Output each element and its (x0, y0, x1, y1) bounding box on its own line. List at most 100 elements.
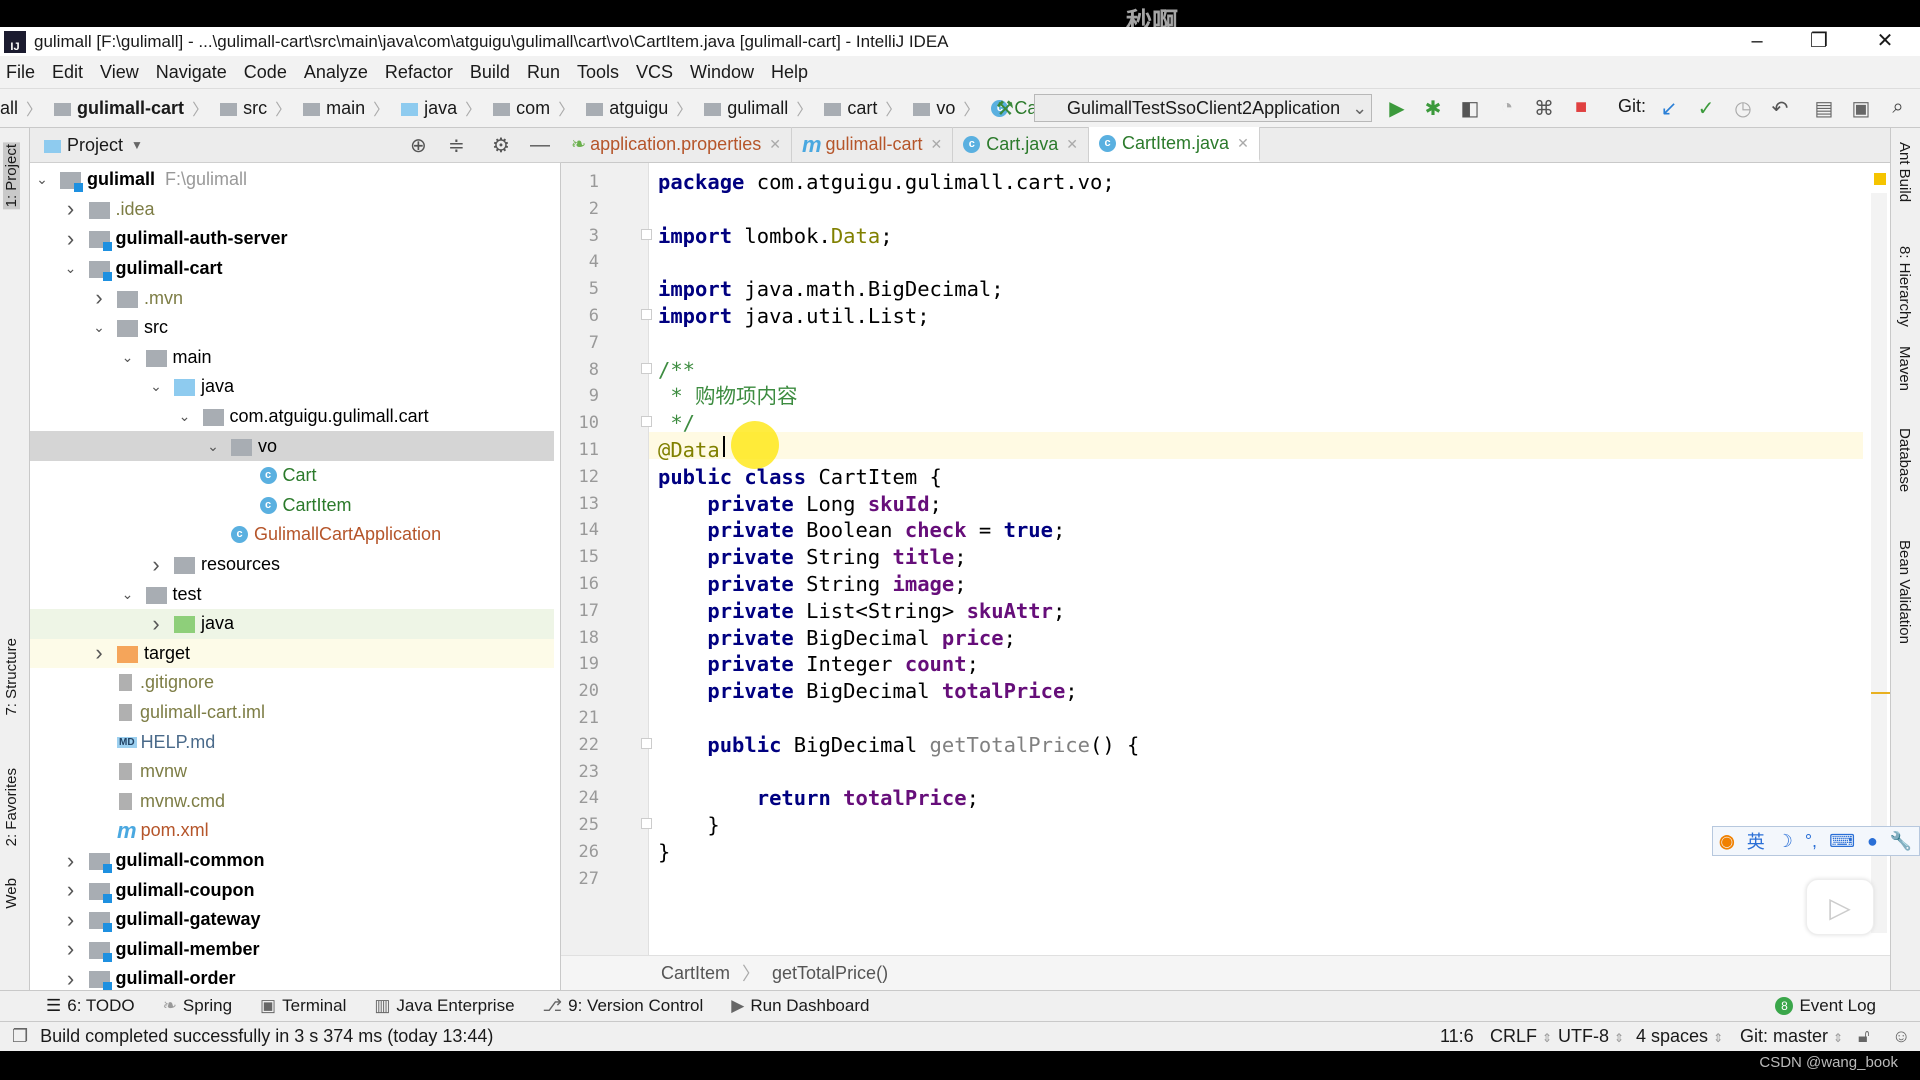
chevron-down-icon[interactable]: ⌄ (175, 408, 195, 425)
tree-item[interactable]: › gulimall-coupon (30, 875, 554, 905)
tree-item[interactable]: c Cart (30, 461, 554, 491)
tree-item[interactable]: › gulimall-order (30, 964, 554, 990)
left-tab-1[interactable]: 7: Structure (3, 638, 20, 716)
menu-help[interactable]: Help (771, 62, 808, 83)
nav-crumb-gulimall[interactable]: gulimall 〉 (704, 96, 820, 120)
git-history-icon[interactable]: ◷ (1730, 96, 1756, 121)
chevron-right-icon[interactable]: › (61, 966, 81, 990)
run-config-select[interactable]: GulimallTestSsoClient2Application ⌄ (1034, 94, 1372, 122)
fold-marker-icon[interactable] (641, 228, 652, 240)
tree-item[interactable]: mvnw.cmd (30, 787, 554, 817)
right-tab-3[interactable]: Database (1896, 428, 1913, 492)
tree-item[interactable]: ⌄ java (30, 372, 554, 402)
ime-language-toggle[interactable]: 英 (1747, 828, 1765, 854)
chevron-right-icon[interactable]: › (89, 640, 109, 666)
right-tab-1[interactable]: 8: Hierarchy (1896, 246, 1913, 327)
tree-item[interactable]: mvnw (30, 757, 554, 787)
java-enterprise-tool-button[interactable]: ▥ Java Enterprise (374, 996, 514, 1016)
code-editor[interactable]: 1 2 3 4 5 6 7 8 9 10 11 12 13 14 15 16 17 18 19 20 21 22 23 24 2… (561, 163, 1890, 955)
event-log-button[interactable]: 8 Event Log (1775, 996, 1876, 1016)
line-separator-select[interactable]: CRLF ⇕ (1490, 1026, 1552, 1047)
menu-refactor[interactable]: Refactor (385, 62, 453, 83)
chevron-right-icon[interactable]: › (61, 848, 81, 874)
stop-icon[interactable]: ■ (1568, 96, 1594, 119)
inspector-icon[interactable]: ☺ (1892, 1026, 1910, 1047)
project-view-select[interactable]: Project (67, 135, 123, 156)
right-tab-2[interactable]: Maven (1896, 346, 1913, 391)
collapse-all-icon[interactable]: ≑ (448, 133, 465, 158)
fold-marker-icon[interactable] (641, 416, 652, 428)
menu-code[interactable]: Code (244, 62, 287, 83)
search-icon[interactable]: ⌕ (1885, 96, 1911, 119)
menu-edit[interactable]: Edit (52, 62, 83, 83)
keyboard-icon[interactable]: ⌨ (1829, 831, 1855, 852)
git-commit-icon[interactable]: ✓ (1693, 96, 1719, 121)
chevron-down-icon[interactable]: ⌄ (203, 438, 223, 455)
tree-item[interactable]: ⌄ gulimall-cart (30, 254, 554, 284)
chevron-down-icon[interactable]: ⌄ (146, 378, 166, 395)
tree-item[interactable]: › .idea (30, 195, 554, 225)
git-update-icon[interactable]: ↙ (1656, 96, 1682, 121)
right-tab-0[interactable]: Ant Build (1896, 142, 1913, 202)
nav-crumb-src[interactable]: src 〉 (220, 96, 299, 120)
user-icon[interactable]: ● (1867, 831, 1878, 852)
menu-run[interactable]: Run (527, 62, 560, 83)
caret-position[interactable]: 11:6 (1440, 1026, 1474, 1047)
nav-crumb-atguigu[interactable]: atguigu 〉 (586, 96, 700, 120)
tree-item[interactable]: c CartItem (30, 491, 554, 521)
restore-button[interactable]: ❐ (1789, 27, 1849, 56)
nav-crumb-main[interactable]: main 〉 (303, 96, 397, 120)
fold-marker-icon[interactable] (641, 818, 652, 830)
chevron-right-icon[interactable]: › (61, 877, 81, 903)
chevron-right-icon[interactable]: › (146, 552, 166, 578)
menu-file[interactable]: File (6, 62, 35, 83)
minimize-button[interactable]: – (1727, 27, 1787, 56)
chevron-right-icon[interactable]: › (89, 285, 109, 311)
tree-item[interactable]: c GulimallCartApplication (30, 520, 554, 550)
nav-crumb-java[interactable]: java 〉 (401, 96, 489, 120)
menu-vcs[interactable]: VCS (636, 62, 673, 83)
spring-tool-button[interactable]: ❧ Spring (163, 996, 232, 1016)
wrench-icon[interactable]: 🔧 (1890, 831, 1912, 852)
left-tab-0[interactable]: 1: Project (3, 142, 20, 210)
gear-icon[interactable]: ⚙ (492, 133, 510, 158)
tree-item[interactable]: ⌄ test (30, 579, 554, 609)
breadcrumb-class[interactable]: CartItem (661, 963, 730, 984)
run-dashboard-tool-button[interactable]: ▶ Run Dashboard (731, 996, 869, 1016)
tree-item[interactable]: › java (30, 609, 554, 639)
tree-item[interactable]: › target (30, 638, 554, 669)
chevron-right-icon[interactable]: › (61, 196, 81, 222)
git-rollback-icon[interactable]: ↶ (1767, 96, 1793, 121)
close-tab-icon[interactable]: ✕ (1066, 136, 1078, 153)
chevron-down-icon[interactable]: ⌄ (118, 349, 138, 366)
menu-window[interactable]: Window (690, 62, 754, 83)
nav-crumb-gulimall-cart[interactable]: gulimall-cart 〉 (54, 96, 216, 120)
close-tab-icon[interactable]: ✕ (1237, 135, 1249, 152)
left-tab-3[interactable]: Web (3, 878, 20, 909)
todo-tool-button[interactable]: ☰ 6: TODO (46, 996, 135, 1016)
chevron-down-icon[interactable]: ⌄ (32, 171, 52, 188)
fold-marker-icon[interactable] (641, 309, 652, 320)
tree-item[interactable]: › gulimall-member (30, 935, 554, 965)
version-control-tool-button[interactable]: ⎇ 9: Version Control (543, 996, 704, 1016)
breadcrumb-method[interactable]: getTotalPrice() (772, 963, 888, 984)
chevron-right-icon[interactable]: › (61, 226, 81, 252)
close-window-button[interactable]: ✕ (1855, 27, 1915, 56)
moon-icon[interactable]: ☽ (1777, 831, 1793, 852)
punctuation-icon[interactable]: °, (1805, 831, 1817, 852)
nav-crumb-vo[interactable]: vo 〉 (913, 96, 987, 120)
attach-debugger-icon[interactable]: ⌘ (1531, 96, 1557, 121)
tree-item[interactable]: ⌄ gulimall F:\gulimall (30, 165, 554, 195)
chevron-down-icon[interactable]: ⌄ (61, 260, 81, 277)
close-tab-icon[interactable]: ✕ (931, 136, 943, 153)
tree-item[interactable]: › gulimall-common (30, 846, 554, 876)
left-tab-2[interactable]: 2: Favorites (3, 768, 20, 846)
run-icon[interactable]: ▶ (1384, 96, 1410, 121)
nav-crumb-com[interactable]: com 〉 (493, 96, 582, 120)
menu-tools[interactable]: Tools (577, 62, 619, 83)
git-branch-select[interactable]: Git: master ⇕ (1740, 1026, 1843, 1047)
indent-select[interactable]: 4 spaces ⇕ (1636, 1026, 1723, 1047)
tab-cartitem-java[interactable]: c CartItem.java ✕ (1089, 127, 1260, 162)
tree-item[interactable]: .gitignore (30, 668, 554, 698)
tree-item[interactable]: m pom.xml (30, 816, 554, 846)
